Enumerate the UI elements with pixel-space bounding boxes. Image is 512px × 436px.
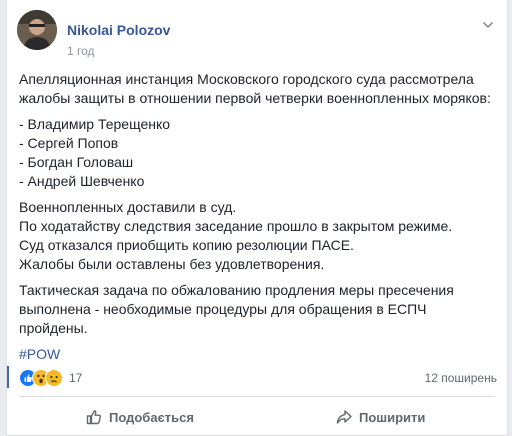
text-line: Военнопленных доставили в суд. xyxy=(19,199,237,215)
reaction-count[interactable]: 17 xyxy=(69,371,82,385)
post-timestamp[interactable]: 1 год xyxy=(67,44,95,58)
like-button-label: Подобається xyxy=(109,409,194,425)
list-item: - Владимир Терещенко xyxy=(19,116,171,132)
list-item: - Сергей Попов xyxy=(19,135,119,151)
text-line: Апелляционная инстанция Московского горо… xyxy=(19,71,474,87)
share-button[interactable]: Поширити xyxy=(335,400,425,434)
accent-bar xyxy=(7,366,9,388)
hashtag-link[interactable]: #POW xyxy=(19,346,60,362)
divider xyxy=(19,396,495,397)
text-line: Суд отказался приобщить копию резолюции … xyxy=(19,237,354,253)
author-name[interactable]: Nikolai Polozov xyxy=(67,22,170,38)
reactions-summary: 17 12 поширень xyxy=(7,364,507,392)
action-bar: Подобається Поширити xyxy=(7,400,507,434)
post-paragraph: #POW xyxy=(19,345,495,364)
post-header: Nikolai Polozov 1 год xyxy=(17,10,497,62)
author-avatar[interactable] xyxy=(17,10,57,50)
text-line: По ходатайству следствия заседание прошл… xyxy=(19,218,453,234)
text-line: Тактическая задача по обжалованию продле… xyxy=(19,282,454,298)
chevron-down-icon[interactable] xyxy=(481,18,495,32)
post-text: Апелляционная инстанция Московского горо… xyxy=(19,70,495,371)
list-item: - Андрей Шевченко xyxy=(19,173,145,189)
sad-icon xyxy=(45,369,63,387)
list-item: - Богдан Головаш xyxy=(19,154,134,170)
thumbs-up-icon xyxy=(86,410,101,425)
post-paragraph: Апелляционная инстанция Московского горо… xyxy=(19,70,495,108)
like-button[interactable]: Подобається xyxy=(85,400,194,434)
post-card: Nikolai Polozov 1 год Апелляционная инст… xyxy=(6,0,508,436)
share-button-label: Поширити xyxy=(359,409,426,425)
post-paragraph: Тактическая задача по обжалованию продле… xyxy=(19,281,495,338)
post-paragraph: Военнопленных доставили в суд. По ходата… xyxy=(19,198,495,274)
text-line: Жалобы были оставлены без удовлетворения… xyxy=(19,256,325,272)
text-line: выполнена - необходимые процедуры для об… xyxy=(19,301,427,317)
text-line: жалобы защиты в отношении первой четверк… xyxy=(19,90,491,106)
share-arrow-icon xyxy=(336,410,352,424)
shares-count[interactable]: 12 поширень xyxy=(425,371,497,385)
prisoner-list: - Владимир Терещенко - Сергей Попов - Бо… xyxy=(19,115,495,191)
text-line: пройдены. xyxy=(19,320,88,336)
